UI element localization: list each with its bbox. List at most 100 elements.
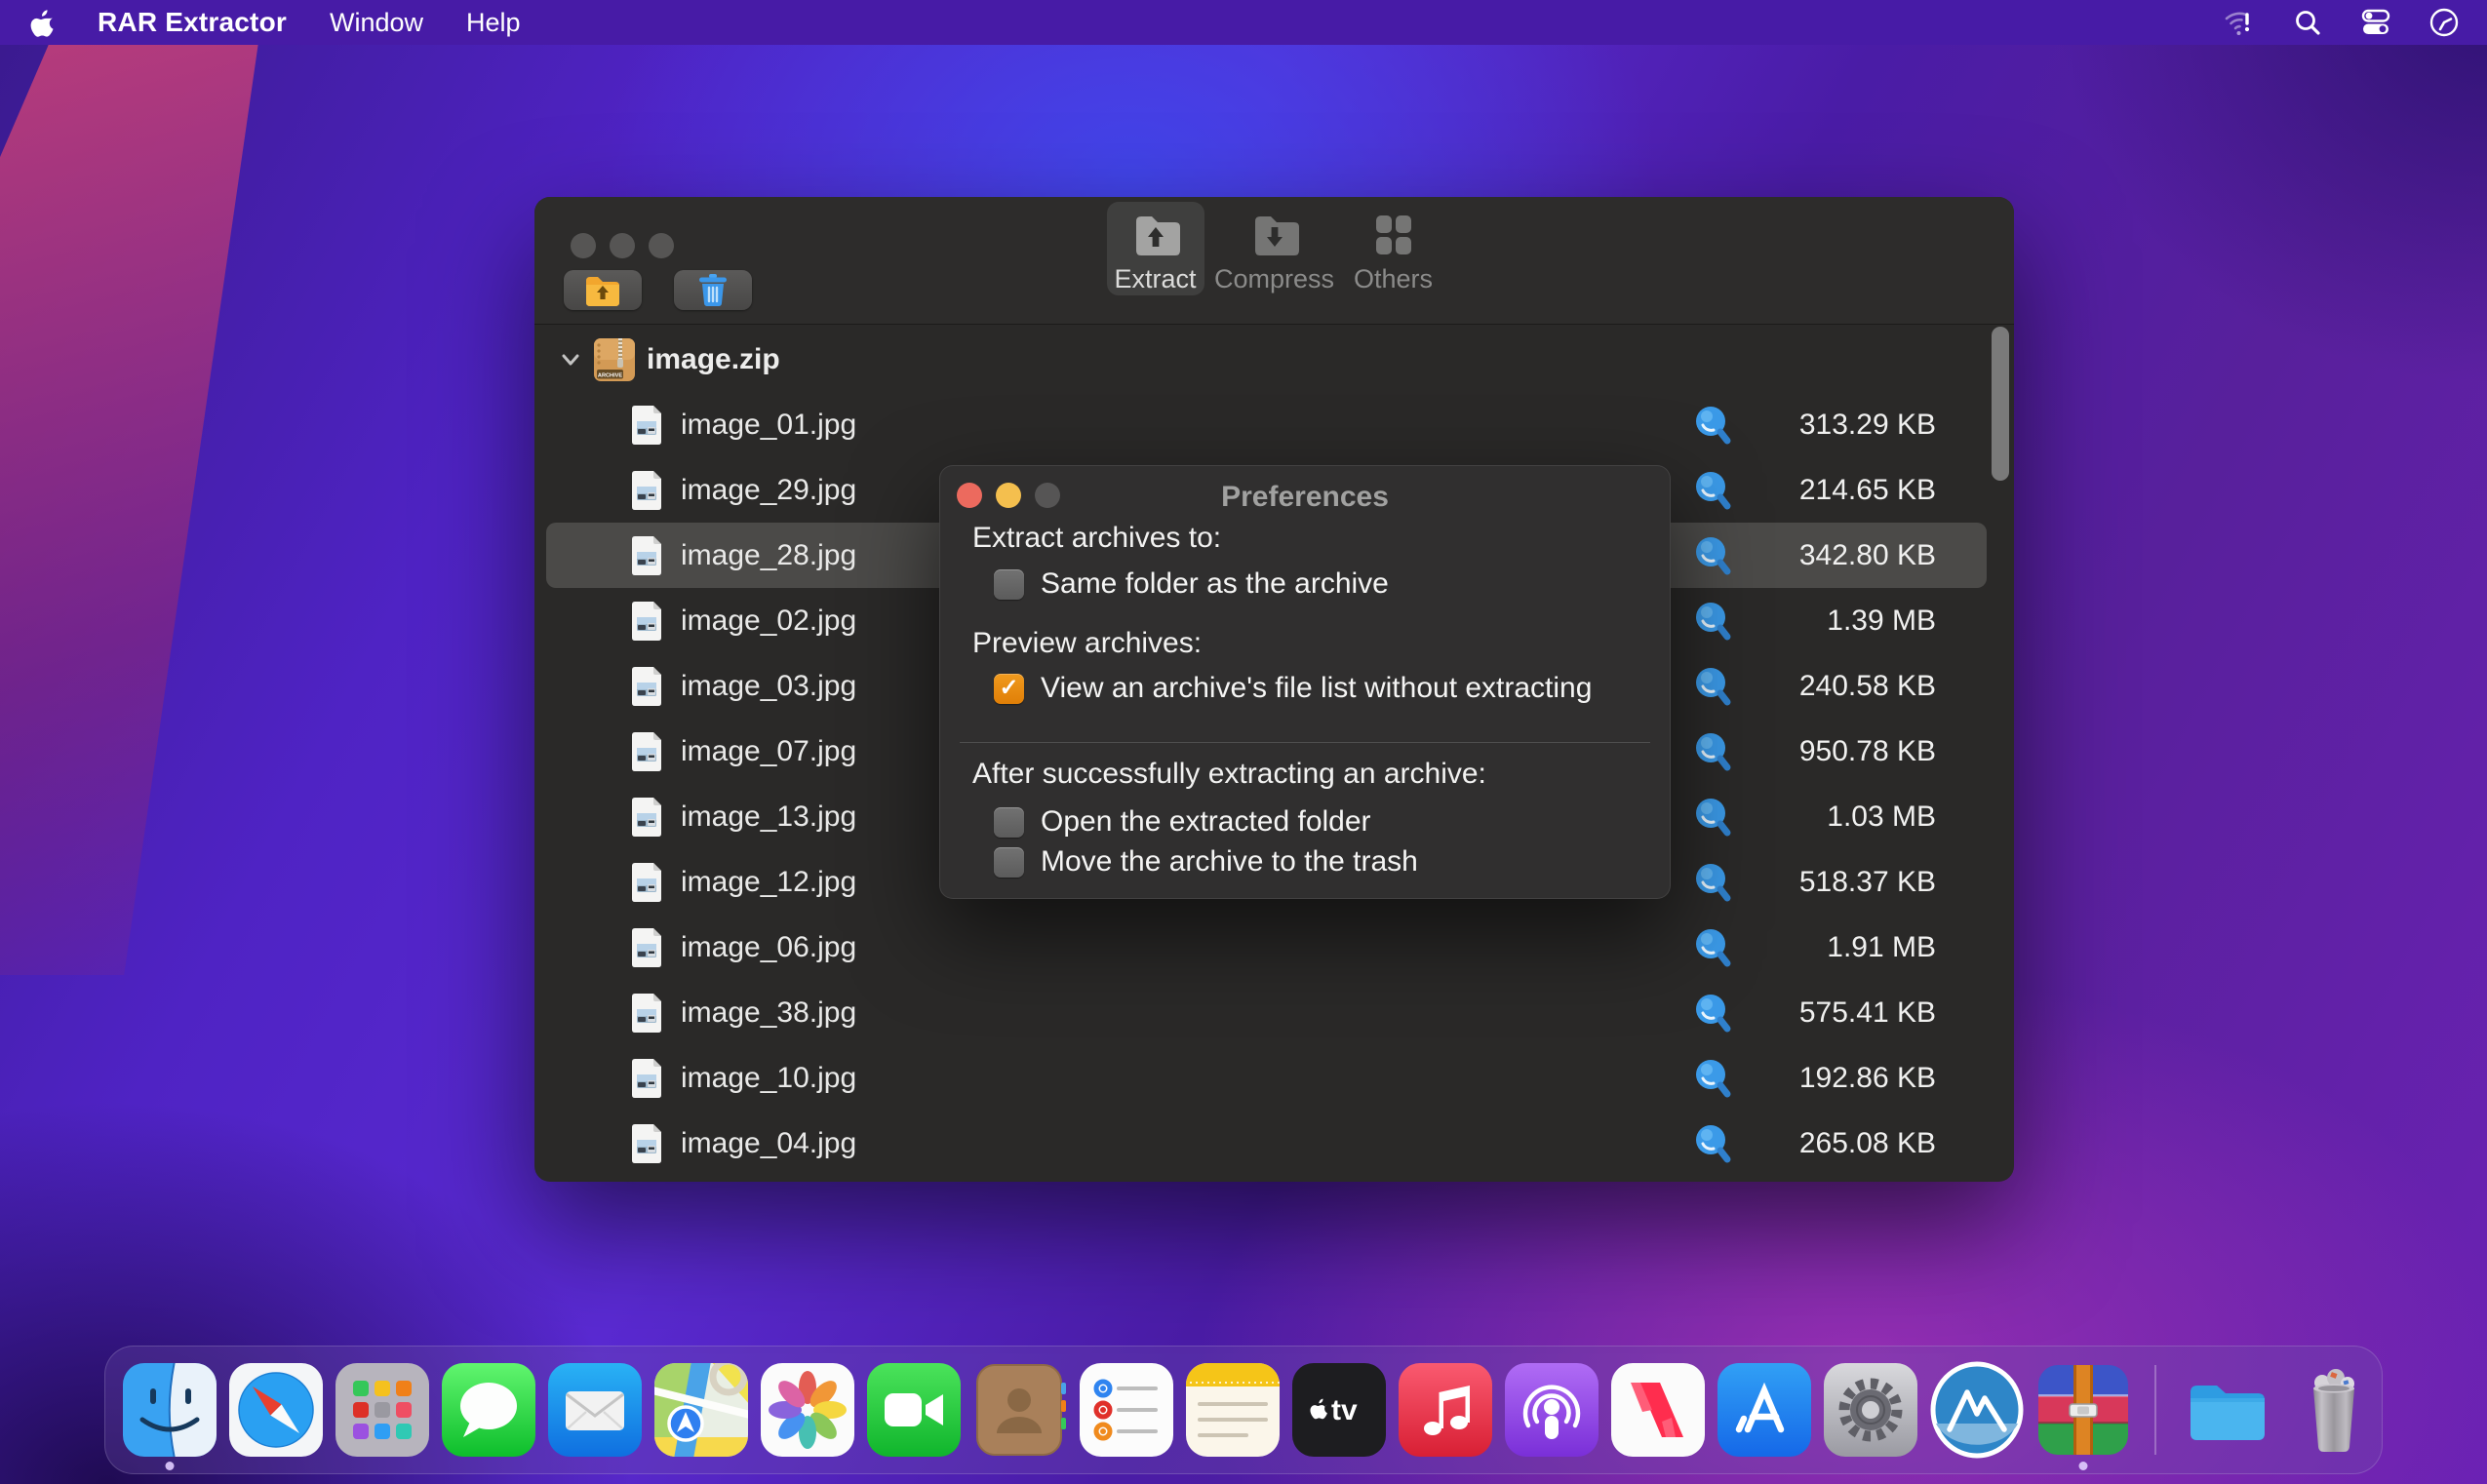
dock-item-facetime[interactable] [865, 1353, 963, 1466]
dock-item-notes[interactable] [1184, 1353, 1282, 1466]
dialog-divider [960, 742, 1650, 743]
dock-item-app-cleaner[interactable] [1928, 1353, 2026, 1466]
clock-icon[interactable] [2428, 7, 2460, 38]
contacts-icon [971, 1361, 1069, 1459]
quicklook-icon[interactable] [1693, 535, 1734, 576]
dock-item-finder[interactable] [121, 1353, 218, 1466]
finder-running-indicator [166, 1462, 175, 1470]
minimize-button[interactable] [610, 233, 635, 258]
file-name: image_28.jpg [681, 539, 856, 572]
music-icon [1397, 1361, 1494, 1459]
quicklook-icon[interactable] [1693, 927, 1734, 968]
apple-tv-icon: tv [1290, 1361, 1388, 1459]
dock-item-launchpad[interactable] [334, 1353, 431, 1466]
checkbox-open-folder[interactable] [994, 807, 1024, 838]
control-center-icon[interactable] [2360, 7, 2391, 38]
dock-item-apple-tv[interactable]: tv [1290, 1353, 1388, 1466]
dock-item-maps[interactable] [652, 1353, 750, 1466]
close-button[interactable] [571, 233, 596, 258]
tab-compress-label: Compress [1214, 264, 1334, 294]
tab-extract[interactable]: Extract [1107, 202, 1204, 295]
dock-divider [2154, 1365, 2156, 1455]
option-move-to-trash[interactable]: Move the archive to the trash [994, 845, 1418, 879]
dock-item-safari[interactable] [227, 1353, 325, 1466]
section-extract-to-label: Extract archives to: [972, 522, 1221, 555]
dock-item-system-preferences[interactable] [1822, 1353, 1919, 1466]
dock-item-podcasts[interactable] [1503, 1353, 1600, 1466]
quicklook-icon[interactable] [1693, 601, 1734, 642]
file-name: image_38.jpg [681, 996, 856, 1030]
image-file-icon [629, 992, 664, 1035]
dock-item-messages[interactable] [440, 1353, 537, 1466]
apple-menu-icon[interactable] [29, 8, 55, 37]
archive-row[interactable]: ARCHIVE image.zip [546, 327, 1987, 392]
checkbox-view-without-extracting[interactable] [994, 674, 1024, 704]
folder-up-icon [1128, 210, 1183, 260]
delete-archive-button[interactable] [674, 270, 752, 310]
quicklook-icon[interactable] [1693, 405, 1734, 446]
podcasts-icon [1503, 1361, 1600, 1459]
rar-extractor-icon [2034, 1361, 2132, 1459]
file-size: 214.65 KB [1751, 474, 1936, 507]
option-same-folder[interactable]: Same folder as the archive [994, 567, 1389, 601]
image-file-icon [629, 1057, 664, 1100]
file-size: 575.41 KB [1751, 996, 1936, 1030]
dock-item-music[interactable] [1397, 1353, 1494, 1466]
tab-others[interactable]: Others [1345, 202, 1442, 295]
file-row[interactable]: image_38.jpg 575.41 KB [546, 980, 1987, 1045]
scrollbar-thumb[interactable] [1992, 327, 2009, 481]
zoom-button[interactable] [649, 233, 674, 258]
dock-item-news[interactable] [1609, 1353, 1707, 1466]
file-row[interactable]: image_04.jpg 265.08 KB [546, 1111, 1987, 1176]
quicklook-icon[interactable] [1693, 666, 1734, 707]
wifi-warning-icon[interactable] [2224, 7, 2255, 38]
file-row[interactable]: image_10.jpg 192.86 KB [546, 1045, 1987, 1111]
quicklook-icon[interactable] [1693, 797, 1734, 838]
spotlight-search-icon[interactable] [2292, 7, 2323, 38]
dock-item-photos[interactable] [759, 1353, 856, 1466]
dock-item-downloads-folder[interactable] [2179, 1353, 2276, 1466]
dock-item-mail[interactable] [546, 1353, 644, 1466]
image-file-icon [629, 404, 664, 447]
extract-archive-button[interactable] [564, 270, 642, 310]
dock-item-contacts[interactable] [971, 1353, 1069, 1466]
folder-icon [2179, 1361, 2276, 1459]
quicklook-icon[interactable] [1693, 1058, 1734, 1099]
quicklook-icon[interactable] [1693, 993, 1734, 1034]
app-cleaner-icon [1928, 1361, 2026, 1459]
tab-others-label: Others [1354, 264, 1433, 294]
dock-item-reminders[interactable] [1078, 1353, 1175, 1466]
menu-app-name[interactable]: RAR Extractor [98, 7, 287, 38]
option-open-folder[interactable]: Open the extracted folder [994, 805, 1371, 839]
option-view-without-extracting[interactable]: View an archive's file list without extr… [994, 672, 1592, 705]
file-row[interactable]: image_01.jpg 313.29 KB [546, 392, 1987, 457]
file-name: image_02.jpg [681, 605, 856, 638]
dock-item-rar-extractor[interactable] [2034, 1353, 2132, 1466]
tab-compress[interactable]: Compress [1226, 202, 1323, 295]
file-row[interactable]: image_06.jpg 1.91 MB [546, 915, 1987, 980]
checkbox-move-to-trash[interactable] [994, 847, 1024, 878]
menu-item-window[interactable]: Window [330, 8, 423, 38]
file-size: 1.91 MB [1751, 931, 1936, 964]
dock-item-trash[interactable] [2285, 1353, 2383, 1466]
dock-item-app-store[interactable] [1716, 1353, 1813, 1466]
quicklook-icon[interactable] [1693, 470, 1734, 511]
quicklook-icon[interactable] [1693, 862, 1734, 903]
menu-item-help[interactable]: Help [466, 8, 521, 38]
quicklook-icon[interactable] [1693, 731, 1734, 772]
file-name: image_06.jpg [681, 931, 856, 964]
checkbox-same-folder[interactable] [994, 569, 1024, 600]
preferences-dialog: Preferences Extract archives to: Same fo… [939, 465, 1671, 899]
finder-icon [121, 1361, 218, 1459]
quicklook-icon[interactable] [1693, 1123, 1734, 1164]
launchpad-icon [334, 1361, 431, 1459]
option-open-folder-label: Open the extracted folder [1041, 805, 1371, 839]
dialog-title: Preferences [940, 481, 1670, 514]
maps-icon [652, 1361, 750, 1459]
window-toolbar: Extract Compress Others [534, 197, 2014, 325]
image-file-icon [629, 534, 664, 577]
file-name: image_04.jpg [681, 1127, 856, 1160]
news-icon [1609, 1361, 1707, 1459]
chevron-down-icon[interactable] [559, 348, 582, 371]
image-file-icon [629, 600, 664, 643]
